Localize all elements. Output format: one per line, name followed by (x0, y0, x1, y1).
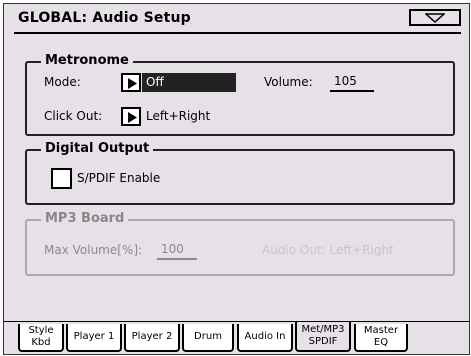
page-menu-button[interactable] (409, 9, 461, 26)
digital-output-group: Digital Output S/PDIF Enable (25, 141, 455, 205)
page-title: GLOBAL: Audio Setup (18, 10, 191, 26)
tabs-divider (4, 321, 469, 322)
tab-label-line2: Kbd (31, 337, 51, 348)
tab-label-line1: Style (28, 325, 54, 336)
tab-player-2[interactable]: Player 2 (124, 324, 180, 352)
triangle-right-icon (128, 112, 137, 123)
tab-master-eq[interactable]: Master EQ (354, 324, 408, 352)
mode-value-field[interactable]: Off (142, 73, 236, 92)
metronome-group: Metronome Mode: Off Volume: 105 Click Ou… (25, 53, 455, 136)
digital-output-group-title: Digital Output (41, 141, 154, 156)
click-out-selector-button[interactable] (121, 107, 141, 126)
max-volume-label: Max Volume[%]: (44, 243, 143, 257)
tab-label-line1: Drum (194, 331, 222, 342)
tab-label-line1: Master (363, 325, 399, 336)
title-bar: GLOBAL: Audio Setup (4, 4, 469, 34)
mode-selector-button[interactable] (121, 73, 141, 92)
tab-audio-in[interactable]: Audio In (237, 324, 293, 352)
tab-label-line1: Met/MP3 (301, 324, 345, 335)
audio-out-text: Audio Out: Left+Right (262, 243, 394, 257)
tab-met-mp3-spdif[interactable]: Met/MP3 SPDIF (295, 322, 351, 352)
spdif-enable-checkbox[interactable] (51, 168, 72, 189)
tab-label-line1: Player 2 (131, 331, 173, 342)
max-volume-value[interactable]: 100 (157, 242, 197, 260)
mode-label: Mode: (44, 75, 81, 89)
chevron-down-icon (425, 13, 445, 23)
mp3-board-group-title: MP3 Board (41, 211, 129, 226)
triangle-right-icon (128, 78, 137, 89)
click-out-value[interactable]: Left+Right (146, 109, 210, 123)
metronome-group-title: Metronome (41, 53, 133, 68)
tab-drum[interactable]: Drum (182, 324, 234, 352)
tab-player-1[interactable]: Player 1 (66, 324, 122, 352)
tab-label-line2: SPDIF (308, 336, 338, 347)
spdif-enable-label: S/PDIF Enable (77, 171, 161, 185)
tab-label-line1: Audio In (244, 331, 286, 342)
mp3-board-group: MP3 Board Max Volume[%]: 100 Audio Out: … (25, 211, 455, 276)
title-divider (14, 32, 461, 34)
tab-style-kbd[interactable]: Style Kbd (18, 324, 64, 352)
volume-label: Volume: (264, 75, 313, 89)
tab-label-line2: EQ (373, 337, 389, 348)
audio-setup-window: GLOBAL: Audio Setup Metronome Mode: Off … (3, 3, 470, 355)
tab-label-line1: Player 1 (73, 331, 115, 342)
click-out-label: Click Out: (44, 109, 103, 123)
volume-value[interactable]: 105 (330, 74, 374, 92)
